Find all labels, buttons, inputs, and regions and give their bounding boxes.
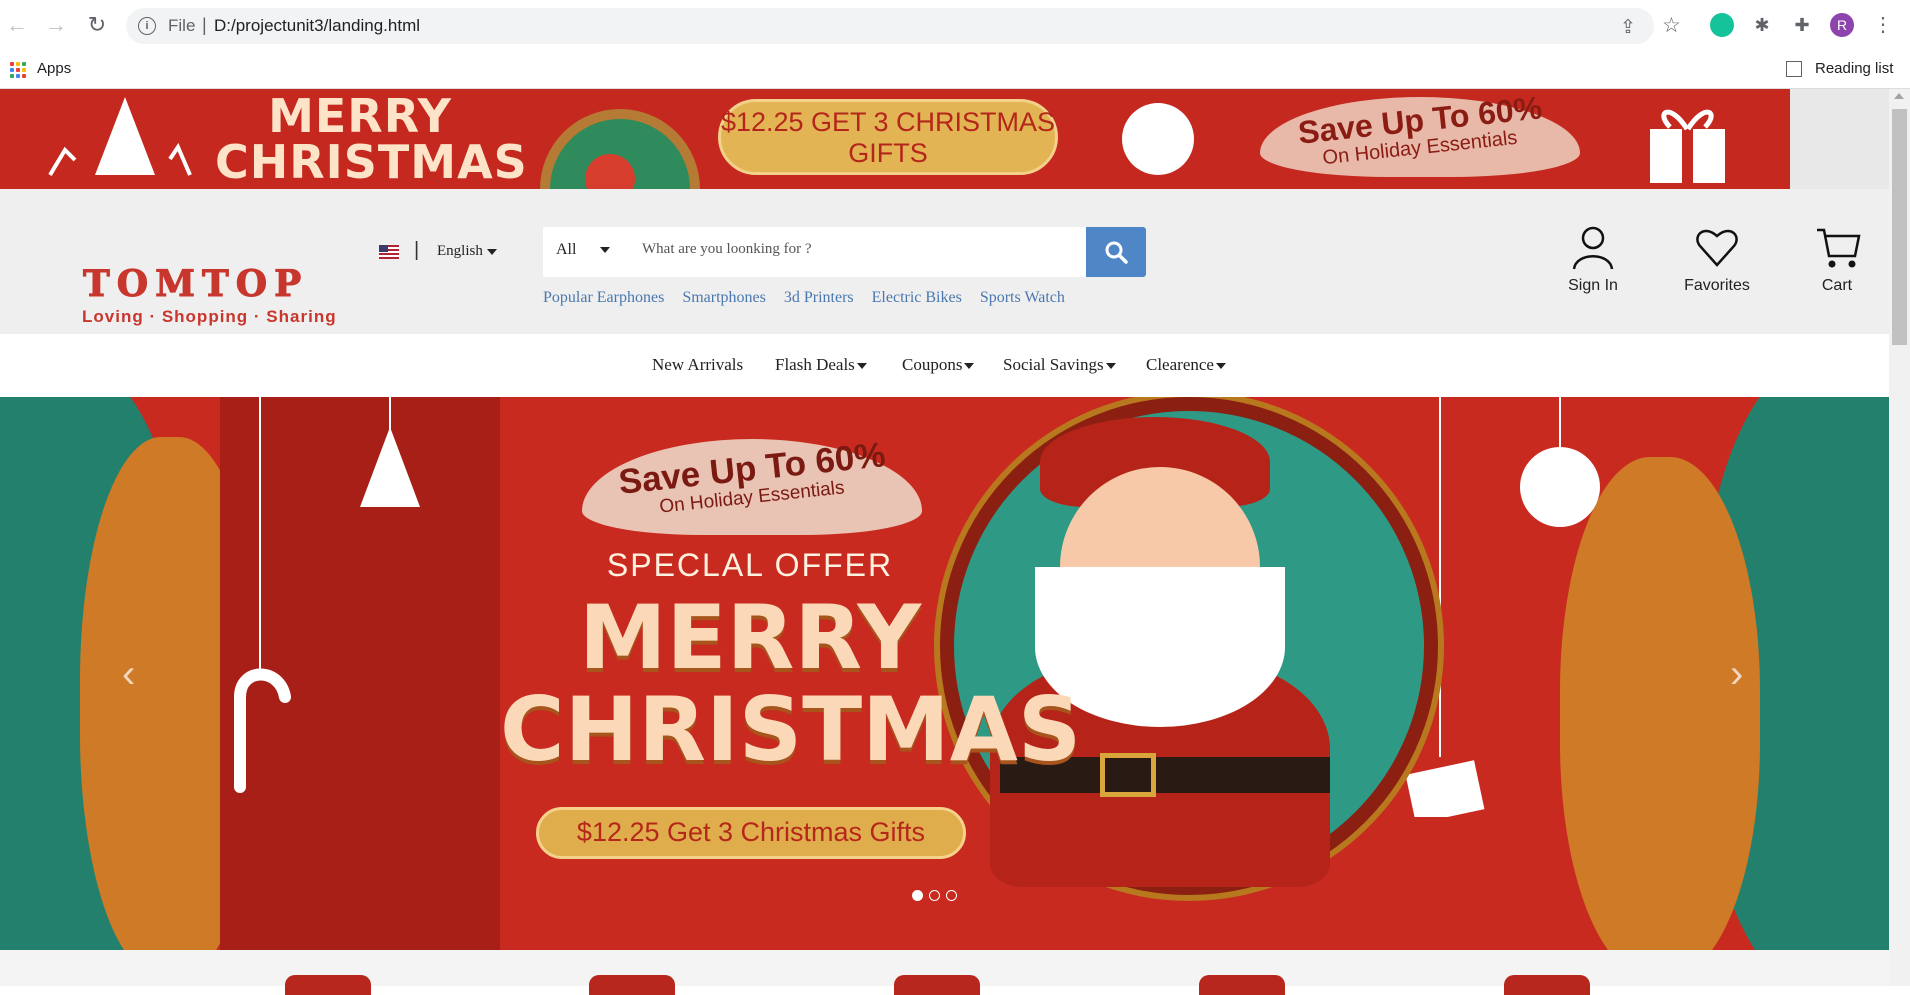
search-icon bbox=[1105, 241, 1128, 264]
top-banner-offer: $12.25 GET 3 CHRISTMAS GIFTS bbox=[720, 107, 1056, 168]
top-banner-headline: MERRY CHRISTMAS bbox=[215, 89, 528, 189]
hero-offer: $12.25 Get 3 Christmas Gifts bbox=[576, 817, 926, 847]
scrollbar-thumb[interactable] bbox=[1892, 109, 1907, 345]
search-bar: All bbox=[543, 227, 1086, 277]
carousel-next-icon[interactable]: › bbox=[1730, 652, 1743, 697]
quick-link[interactable]: Sports Watch bbox=[980, 289, 1065, 306]
nav-item-clearence[interactable]: Clearence bbox=[1146, 355, 1226, 375]
reading-list-button[interactable]: Reading list bbox=[1815, 60, 1893, 77]
carousel-prev-icon[interactable]: ‹ bbox=[122, 652, 135, 697]
bookmarks-bar: Apps Reading list bbox=[0, 52, 1910, 89]
nav-item-label: Social Savings bbox=[1003, 355, 1104, 374]
share-icon[interactable]: ⇪ bbox=[1620, 16, 1636, 39]
search-category-label: All bbox=[556, 241, 577, 258]
favorites-label: Favorites bbox=[1684, 277, 1750, 294]
logo-wordmark[interactable]: TOMTOP bbox=[82, 263, 308, 306]
category-badge[interactable] bbox=[589, 975, 675, 995]
sign-in-label: Sign In bbox=[1568, 277, 1618, 294]
chevron-down-icon bbox=[856, 363, 867, 370]
category-strip bbox=[0, 950, 1889, 995]
chevron-down-icon bbox=[1105, 363, 1116, 370]
search-category-select[interactable]: All bbox=[556, 241, 611, 259]
apps-bookmark[interactable]: Apps bbox=[37, 60, 71, 77]
nav-item-label: Flash Deals bbox=[775, 355, 855, 374]
logo-tagline: Loving · Shopping · Sharing bbox=[82, 307, 337, 326]
nav-item-label: Coupons bbox=[902, 355, 963, 374]
quick-link[interactable]: Smartphones bbox=[682, 289, 766, 306]
favorites-button[interactable]: Favorites bbox=[1679, 224, 1755, 295]
santa-buckle-icon bbox=[1100, 753, 1156, 797]
category-badge[interactable] bbox=[1504, 975, 1590, 995]
carousel-dot[interactable] bbox=[929, 890, 940, 901]
carousel-indicators bbox=[912, 888, 963, 906]
carousel-dot[interactable] bbox=[912, 890, 923, 901]
heart-icon bbox=[1696, 229, 1738, 267]
forward-arrow-icon[interactable]: → bbox=[43, 12, 69, 38]
sign-in-button[interactable]: Sign In bbox=[1562, 224, 1624, 295]
chevron-down-icon bbox=[964, 363, 975, 370]
url-text[interactable]: D:/projectunit3/landing.html bbox=[214, 16, 420, 36]
protocol-label: File bbox=[168, 16, 196, 35]
hero-headline: MERRY CHRISTMAS bbox=[500, 586, 1082, 781]
language-selector[interactable]: English bbox=[437, 243, 497, 260]
extensions-puzzle-icon[interactable]: ✚ bbox=[1790, 13, 1814, 37]
more-menu-icon[interactable]: ⋮ bbox=[1870, 12, 1896, 38]
quick-link[interactable]: Electric Bikes bbox=[872, 289, 962, 306]
scroll-up-arrow-icon[interactable] bbox=[1894, 93, 1904, 99]
nav-item-label: Clearence bbox=[1146, 355, 1214, 374]
quick-link[interactable]: 3d Printers bbox=[784, 289, 854, 306]
hero-special-offer: SPECLAL OFFER bbox=[606, 547, 894, 583]
chevron-down-icon bbox=[1215, 363, 1226, 370]
hero-headline-line1: MERRY bbox=[578, 586, 922, 689]
search-input[interactable] bbox=[640, 240, 1074, 259]
hero-headline-line2: CHRISTMAS bbox=[500, 678, 1082, 781]
category-badge[interactable] bbox=[285, 975, 371, 995]
main-nav: New Arrivals Flash Deals Coupons Social … bbox=[0, 334, 1889, 397]
carousel-dot[interactable] bbox=[946, 890, 957, 901]
nav-item-social-savings[interactable]: Social Savings bbox=[1003, 355, 1116, 375]
christmas-tree-icon bbox=[48, 97, 192, 177]
back-arrow-icon[interactable]: ← bbox=[4, 12, 30, 38]
nav-item-coupons[interactable]: Coupons bbox=[902, 355, 975, 375]
us-flag-icon[interactable] bbox=[379, 245, 399, 259]
page-scrollbar[interactable] bbox=[1889, 89, 1910, 986]
bauble-ornament-icon bbox=[1122, 103, 1194, 175]
chevron-down-icon bbox=[486, 248, 497, 255]
nav-item-label: New Arrivals bbox=[652, 355, 744, 374]
cart-button[interactable]: Cart bbox=[1815, 224, 1861, 295]
reload-icon[interactable]: ↻ bbox=[84, 12, 110, 38]
site-header: TOMTOP Loving · Shopping · Sharing | Eng… bbox=[0, 189, 1889, 334]
address-bar[interactable]: i File | D:/projectunit3/landing.html ⇪ … bbox=[126, 8, 1681, 44]
hanging-ornaments-icon bbox=[234, 397, 420, 793]
profile-avatar[interactable]: R bbox=[1830, 13, 1854, 37]
hero-carousel[interactable]: Save Up To 60% On Holiday Essentials SPE… bbox=[0, 397, 1889, 950]
banner-gap bbox=[1790, 89, 1889, 189]
gift-box-icon bbox=[1650, 109, 1725, 183]
reading-list-icon[interactable] bbox=[1786, 61, 1802, 77]
browser-toolbar: ← → ↻ i File | D:/projectunit3/landing.h… bbox=[0, 0, 1910, 52]
top-promo-banner[interactable]: MERRY CHRISTMAS $12.25 GET 3 CHRISTMAS G… bbox=[0, 89, 1790, 189]
language-label: English bbox=[437, 243, 483, 259]
category-badge[interactable] bbox=[1199, 975, 1285, 995]
cart-icon bbox=[1817, 228, 1861, 268]
nav-item-new-arrivals[interactable]: New Arrivals bbox=[652, 355, 743, 375]
protocol-separator: | bbox=[202, 15, 207, 35]
extension-icon[interactable]: ✱ bbox=[1750, 13, 1774, 37]
user-icon bbox=[1572, 226, 1614, 270]
language-separator: | bbox=[414, 239, 420, 261]
search-button[interactable] bbox=[1086, 227, 1146, 277]
cart-label: Cart bbox=[1821, 277, 1853, 294]
popular-search-links: Popular Earphones Smartphones 3d Printer… bbox=[543, 289, 1079, 307]
chevron-down-icon bbox=[600, 247, 611, 254]
category-badge[interactable] bbox=[894, 975, 980, 995]
grammarly-extension-icon[interactable] bbox=[1710, 13, 1734, 37]
apps-grid-icon[interactable] bbox=[10, 62, 26, 78]
nav-item-flash-deals[interactable]: Flash Deals bbox=[775, 355, 867, 375]
info-icon[interactable]: i bbox=[138, 17, 156, 35]
quick-link[interactable]: Popular Earphones bbox=[543, 289, 664, 306]
bookmark-star-icon[interactable]: ☆ bbox=[1662, 13, 1681, 38]
